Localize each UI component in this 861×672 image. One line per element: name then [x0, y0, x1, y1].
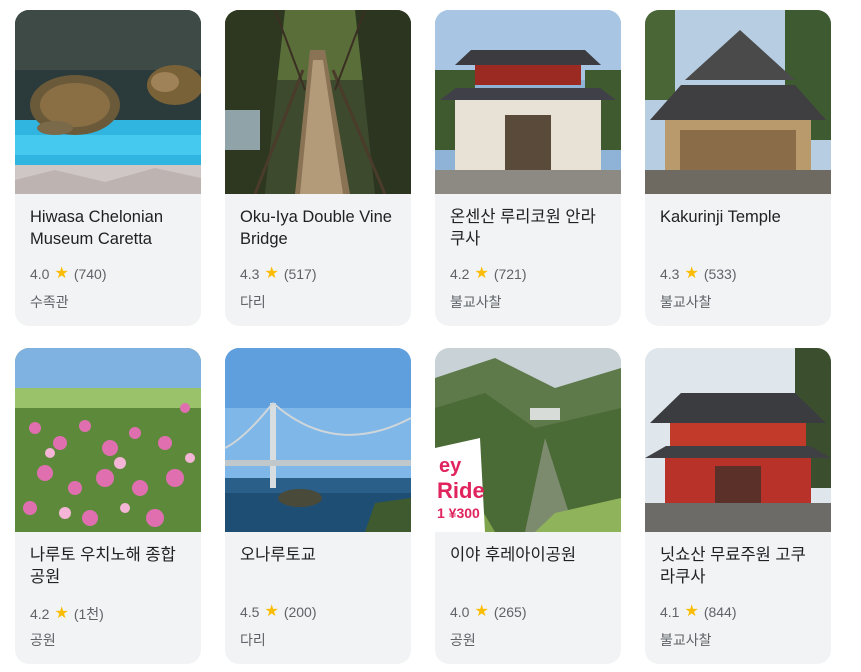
star-icon: ★	[474, 265, 489, 282]
place-card-hiwasa-museum[interactable]: Hiwasa Chelonian Museum Caretta 4.0 ★ (7…	[15, 10, 201, 326]
rating-row: 4.2 ★ (1천)	[30, 604, 104, 624]
place-photo[interactable]	[15, 10, 201, 194]
review-count: (200)	[283, 604, 317, 620]
place-category: 불교사찰	[660, 294, 712, 310]
place-photo[interactable]	[645, 348, 831, 532]
star-icon: ★	[54, 605, 69, 622]
place-photo[interactable]: ey Ride 1 ¥300	[435, 348, 621, 532]
place-title[interactable]: Oku-Iya Double Vine Bridge	[240, 206, 400, 250]
place-photo[interactable]	[15, 348, 201, 532]
star-icon: ★	[684, 603, 699, 620]
place-category: 불교사찰	[660, 632, 712, 648]
review-count: (517)	[283, 266, 317, 282]
star-icon: ★	[684, 265, 699, 282]
place-card-anrakuji[interactable]: 온센산 루리코원 안라쿠사 4.2 ★ (721) 불교사찰	[435, 10, 621, 326]
place-photo[interactable]	[435, 10, 621, 194]
sign-text-2: Ride	[437, 478, 485, 503]
review-count: (844)	[703, 604, 737, 620]
place-title[interactable]: 이야 후레아이공원	[450, 544, 610, 566]
place-title[interactable]: 오나루토교	[240, 544, 400, 566]
sign-text-3: 1 ¥300	[437, 505, 480, 521]
rating-value: 4.0	[30, 266, 50, 282]
rating-value: 4.3	[660, 266, 680, 282]
place-category: 수족관	[30, 294, 69, 310]
rating-row: 4.3 ★ (517)	[240, 265, 317, 283]
rating-value: 4.1	[660, 604, 680, 620]
place-photo[interactable]	[645, 10, 831, 194]
rating-row: 4.3 ★ (533)	[660, 265, 737, 283]
place-category: 불교사찰	[450, 294, 502, 310]
place-card-vine-bridge[interactable]: Oku-Iya Double Vine Bridge 4.3 ★ (517) 다…	[225, 10, 411, 326]
rating-row: 4.2 ★ (721)	[450, 265, 527, 283]
place-category: 공원	[450, 632, 476, 648]
rating-row: 4.0 ★ (265)	[450, 603, 527, 621]
place-card-gokurakuji[interactable]: 닛쇼산 무료주원 고쿠라쿠사 4.1 ★ (844) 불교사찰	[645, 348, 831, 664]
rating-row: 4.1 ★ (844)	[660, 603, 737, 621]
star-icon: ★	[264, 265, 279, 282]
place-card-onaruto-bridge[interactable]: 오나루토교 4.5 ★ (200) 다리	[225, 348, 411, 664]
place-photo[interactable]	[225, 10, 411, 194]
rating-row: 4.0 ★ (740)	[30, 265, 107, 283]
sign-text-1: ey	[439, 455, 462, 477]
rating-value: 4.2	[30, 606, 50, 622]
rating-row: 4.5 ★ (200)	[240, 603, 317, 621]
star-icon: ★	[54, 265, 69, 282]
place-card-iya-park[interactable]: ey Ride 1 ¥300 이야 후레아이공원 4.0 ★ (265) 공원	[435, 348, 621, 664]
place-card-kakurinji[interactable]: Kakurinji Temple 4.3 ★ (533) 불교사찰	[645, 10, 831, 326]
place-title[interactable]: Kakurinji Temple	[660, 206, 820, 228]
place-title[interactable]: 온센산 루리코원 안라쿠사	[450, 206, 610, 250]
star-icon: ★	[474, 603, 489, 620]
rating-value: 4.2	[450, 266, 470, 282]
place-photo[interactable]	[225, 348, 411, 532]
rating-value: 4.5	[240, 604, 260, 620]
place-category: 다리	[240, 294, 266, 310]
place-category: 공원	[30, 632, 56, 648]
rating-value: 4.3	[240, 266, 260, 282]
review-count: (265)	[493, 604, 527, 620]
star-icon: ★	[264, 603, 279, 620]
place-title[interactable]: Hiwasa Chelonian Museum Caretta	[30, 206, 190, 250]
rating-value: 4.0	[450, 604, 470, 620]
review-count: (533)	[703, 266, 737, 282]
review-count: (721)	[493, 266, 527, 282]
review-count: (740)	[73, 266, 107, 282]
place-title[interactable]: 나루토 우치노해 종합공원	[30, 544, 190, 588]
place-title[interactable]: 닛쇼산 무료주원 고쿠라쿠사	[660, 544, 820, 588]
place-category: 다리	[240, 632, 266, 648]
place-card-naruto-park[interactable]: 나루토 우치노해 종합공원 4.2 ★ (1천) 공원	[15, 348, 201, 664]
review-count: (1천)	[73, 606, 104, 622]
